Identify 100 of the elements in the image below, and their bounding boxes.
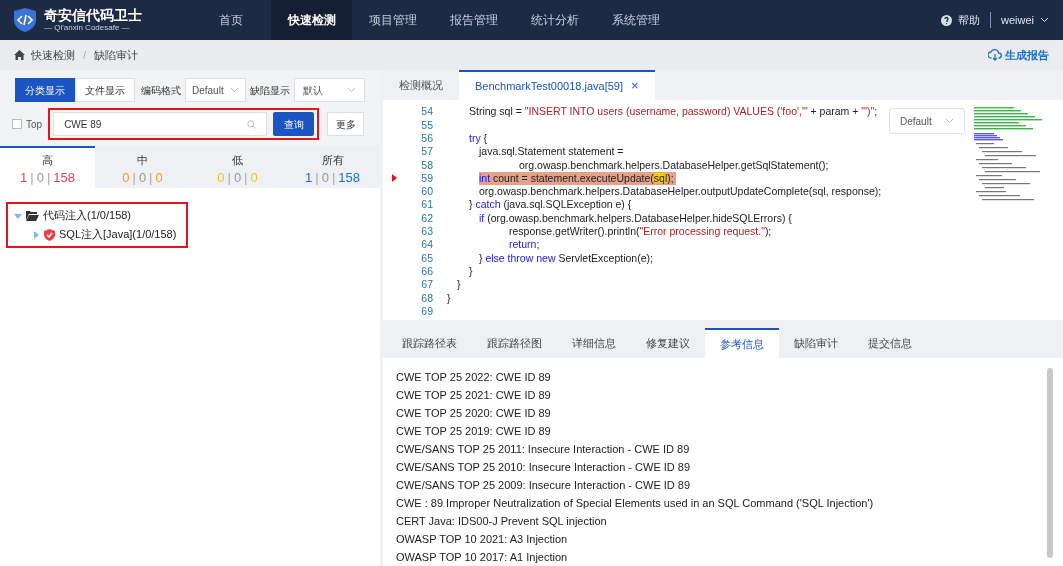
detail-tab[interactable]: 修复建议 (631, 328, 705, 358)
close-icon[interactable]: × (631, 76, 639, 96)
nav-tab[interactable]: 系统管理 (595, 0, 676, 40)
breadcrumb-item: 缺陷审计 (94, 47, 139, 63)
count-separator: | (30, 171, 34, 185)
code-line: } (447, 291, 451, 305)
editor-tab[interactable]: 检测概况 (383, 70, 459, 100)
code-line: try { (469, 131, 488, 145)
count-value: 0 (36, 171, 44, 185)
caret-down-icon[interactable] (14, 211, 22, 220)
marker-icon (391, 174, 397, 183)
line-number: 58 (420, 159, 433, 171)
reference-item: CERT Java: IDS00-J Prevent SQL injection (396, 513, 608, 529)
folder-icon (26, 210, 39, 221)
detail-tab[interactable]: 详细信息 (557, 328, 631, 358)
code-line: org.owasp.benchmark.helpers.DatabaseHelper.getSqlStatement(); (519, 158, 829, 172)
view-toggle-button[interactable]: 文件显示 (75, 78, 135, 102)
encoding-label: 编码格式 (141, 83, 181, 98)
chevron-icon (347, 87, 356, 93)
count-value: 0 (217, 171, 225, 185)
line-number: 54 (420, 106, 433, 117)
count-separator: | (149, 171, 153, 185)
home-icon[interactable] (14, 50, 25, 60)
severity-label: 低 (232, 152, 243, 168)
code-line: org.owasp.benchmark.helpers.DatabaseHelper.outputUpdateComplete(sql, response); (479, 184, 882, 198)
count-separator: | (331, 171, 336, 185)
line-number: 68 (420, 292, 433, 304)
reference-item: CWE TOP 25 2022: CWE ID 89 (396, 369, 552, 385)
encoding-select[interactable]: Default (889, 108, 965, 134)
line-number: 67 (420, 279, 433, 290)
nav-tab[interactable]: 首页 (190, 0, 271, 40)
severity-label: 所有 (321, 152, 344, 168)
nav-tab[interactable]: 统计分析 (514, 0, 595, 40)
editor-tab[interactable]: BenchmarkTest00018.java[59] × (459, 70, 655, 100)
chevron-icon (945, 118, 954, 124)
code-line: } (457, 278, 461, 291)
line-number: 69 (420, 305, 433, 317)
line-number: 65 (420, 252, 433, 264)
reference-item: CWE : 89 Improper Neutralization of Special Elements used in an SQL Command ('SQL Injection') (396, 495, 875, 511)
count-separator: | (46, 171, 51, 185)
line-number: 64 (420, 239, 433, 250)
code-line: java.sql.Statement statement = (479, 145, 624, 159)
line-number: 63 (420, 226, 433, 237)
nav-tab[interactable]: 报告管理 (433, 0, 514, 40)
detail-tab[interactable]: 缺陷审计 (779, 328, 853, 358)
code-line: } catch (java.sql.SQLException e) { (469, 198, 632, 212)
count-value: 158 (53, 171, 75, 185)
line-number: 66 (420, 265, 433, 277)
tree-item[interactable]: 代码注入(1/0/158) (43, 207, 132, 224)
count-value: 0 (321, 171, 329, 185)
line-number: 60 (420, 186, 433, 197)
severity-label: 高 (42, 152, 53, 168)
code-line: } else throw new ServletException(e); (479, 251, 653, 265)
search-icon (247, 119, 257, 129)
count-separator: | (132, 171, 136, 185)
reference-item: OWASP TOP 10 2017: A1 Injection (396, 549, 569, 565)
count-value: 1 (20, 171, 28, 185)
detail-tab[interactable]: 提交信息 (853, 328, 927, 358)
line-number: 55 (420, 119, 433, 131)
breadcrumb-separator: / (83, 47, 87, 63)
count-value: 0 (233, 171, 242, 185)
detail-tab[interactable]: 跟踪路径图 (472, 328, 557, 358)
count-separator: | (227, 171, 231, 185)
search-field[interactable]: CWE 89 (53, 112, 268, 136)
reference-item: CWE/SANS TOP 25 2009: Insecure Interaction - CWE ID 89 (396, 477, 692, 493)
logo-title: 奇安信代码卫士 (44, 8, 142, 22)
breadcrumb-item[interactable]: 快速检测 (31, 46, 75, 64)
count-separator: | (315, 171, 319, 185)
detail-tab[interactable]: 跟踪路径表 (387, 328, 472, 358)
view-toggle-button[interactable]: 分类显示 (15, 78, 75, 102)
nav-tab[interactable]: 项目管理 (352, 0, 433, 40)
severity-tab[interactable]: 高 1 | 0 | 158 (0, 146, 95, 188)
reference-item: CWE/SANS TOP 25 2011: Insecure Interaction - CWE ID 89 (396, 441, 691, 457)
top-label: Top (26, 117, 43, 132)
detail-tab[interactable]: 参考信息 (705, 328, 779, 358)
code-line: response.getWriter().println("Error processing request."); (509, 224, 772, 238)
encoding-select[interactable]: Default (185, 78, 247, 102)
code-line: String sql = "INSERT INTO users (username, password) VALUES ('foo','" + param + "')"; (469, 105, 878, 119)
more-button[interactable]: 更多 (327, 112, 365, 136)
help-link[interactable]: 帮助 (958, 11, 980, 29)
user-menu[interactable]: weiwei (1001, 11, 1034, 29)
logo-subtitle: — Qi'anxin Codesafe — (44, 24, 131, 32)
nav-tab[interactable]: 快速检测 (271, 0, 352, 40)
count-value: 1 (305, 171, 313, 185)
line-number: 62 (420, 212, 433, 224)
top-checkbox[interactable] (12, 119, 22, 129)
query-button[interactable]: 查询 (273, 112, 315, 136)
line-number: 56 (420, 133, 433, 144)
reference-item: OWASP TOP 10 2021: A3 Injection (396, 531, 569, 547)
logo-icon (14, 8, 36, 32)
reference-item: CWE TOP 25 2020: CWE ID 89 (396, 405, 552, 421)
caret-right-icon[interactable] (32, 230, 40, 239)
tree-item[interactable]: SQL注入[Java](1/0/158) (59, 226, 177, 243)
defect-display-select[interactable]: 默认 (294, 78, 365, 102)
line-number: 57 (420, 146, 433, 157)
code-line: if (org.owasp.benchmark.helpers.DatabaseHelper.hideSQLErrors) { (479, 211, 792, 225)
scrollbar[interactable] (1047, 368, 1053, 558)
generate-report-link[interactable]: 生成报告 (1005, 46, 1049, 64)
reference-item: CWE TOP 25 2019: CWE ID 89 (396, 423, 552, 439)
severity-label: 中 (137, 152, 148, 168)
